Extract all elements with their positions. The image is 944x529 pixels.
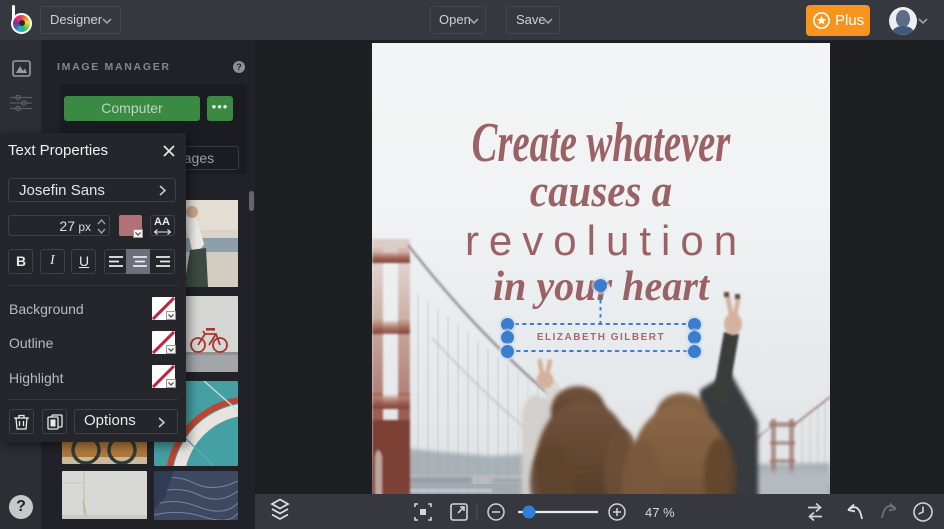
svg-text:47 %: 47 % xyxy=(645,505,675,520)
